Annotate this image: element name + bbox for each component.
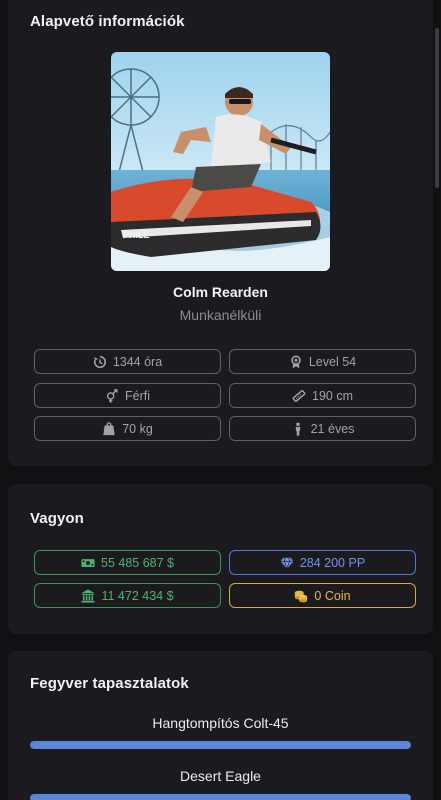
coin-value: 0 Coin [314, 588, 351, 603]
height-value: 190 cm [312, 388, 353, 403]
coin-chip: 0 Coin [229, 583, 416, 608]
ruler-icon [292, 389, 306, 403]
weapon-progress-bar [30, 741, 411, 749]
diamond-icon [280, 556, 294, 570]
playtime-chip: 1344 óra [34, 349, 221, 374]
svg-text:PHILE: PHILE [123, 230, 150, 240]
bank-value: 11 472 434 $ [101, 588, 174, 603]
weight-icon [102, 421, 116, 436]
age-chip: 21 éves [229, 416, 416, 441]
premium-points-value: 284 200 PP [299, 555, 366, 570]
cash-chip: 55 485 687 $ [34, 550, 221, 575]
bank-icon [81, 588, 96, 603]
basic-info-title: Alapvető információk [30, 13, 185, 30]
weight-value: 70 kg [122, 421, 153, 436]
weight-chip: 70 kg [34, 416, 221, 441]
basic-info-card: Alapvető információk PHILE Colm Rearden … [8, 0, 433, 466]
weapon-progress-fill [30, 741, 411, 749]
weapon-name: Hangtompítós Colt-45 [152, 715, 289, 731]
character-job: Munkanélküli [179, 307, 262, 323]
level-chip: Level 54 [229, 349, 416, 374]
level-value: Level 54 [308, 354, 357, 369]
weapon-name: Desert Eagle [180, 768, 261, 784]
weapon-progress-bar [30, 794, 411, 800]
weapon-progress-fill [30, 794, 411, 800]
character-avatar: PHILE [111, 52, 330, 271]
wealth-title: Vagyon [30, 510, 84, 527]
premium-points-chip: 284 200 PP [229, 550, 416, 575]
coins-icon [294, 589, 308, 603]
award-icon [289, 355, 303, 369]
gender-icon [105, 388, 119, 403]
history-icon [93, 355, 107, 369]
weapon-experience-card: Fegyver tapasztalatok Hangtompítós Colt-… [8, 651, 433, 800]
height-chip: 190 cm [229, 383, 416, 408]
gender-chip: Férfi [34, 383, 221, 408]
playtime-value: 1344 óra [112, 354, 163, 369]
page-scrollbar[interactable] [435, 28, 439, 188]
character-name: Colm Rearden [173, 284, 268, 300]
weapon-experience-title: Fegyver tapasztalatok [30, 675, 189, 692]
person-icon [291, 421, 305, 436]
gender-value: Férfi [125, 388, 150, 403]
bank-chip: 11 472 434 $ [34, 583, 221, 608]
age-value: 21 éves [310, 421, 355, 436]
money-bill-icon [81, 556, 95, 570]
cash-value: 55 485 687 $ [101, 555, 174, 570]
